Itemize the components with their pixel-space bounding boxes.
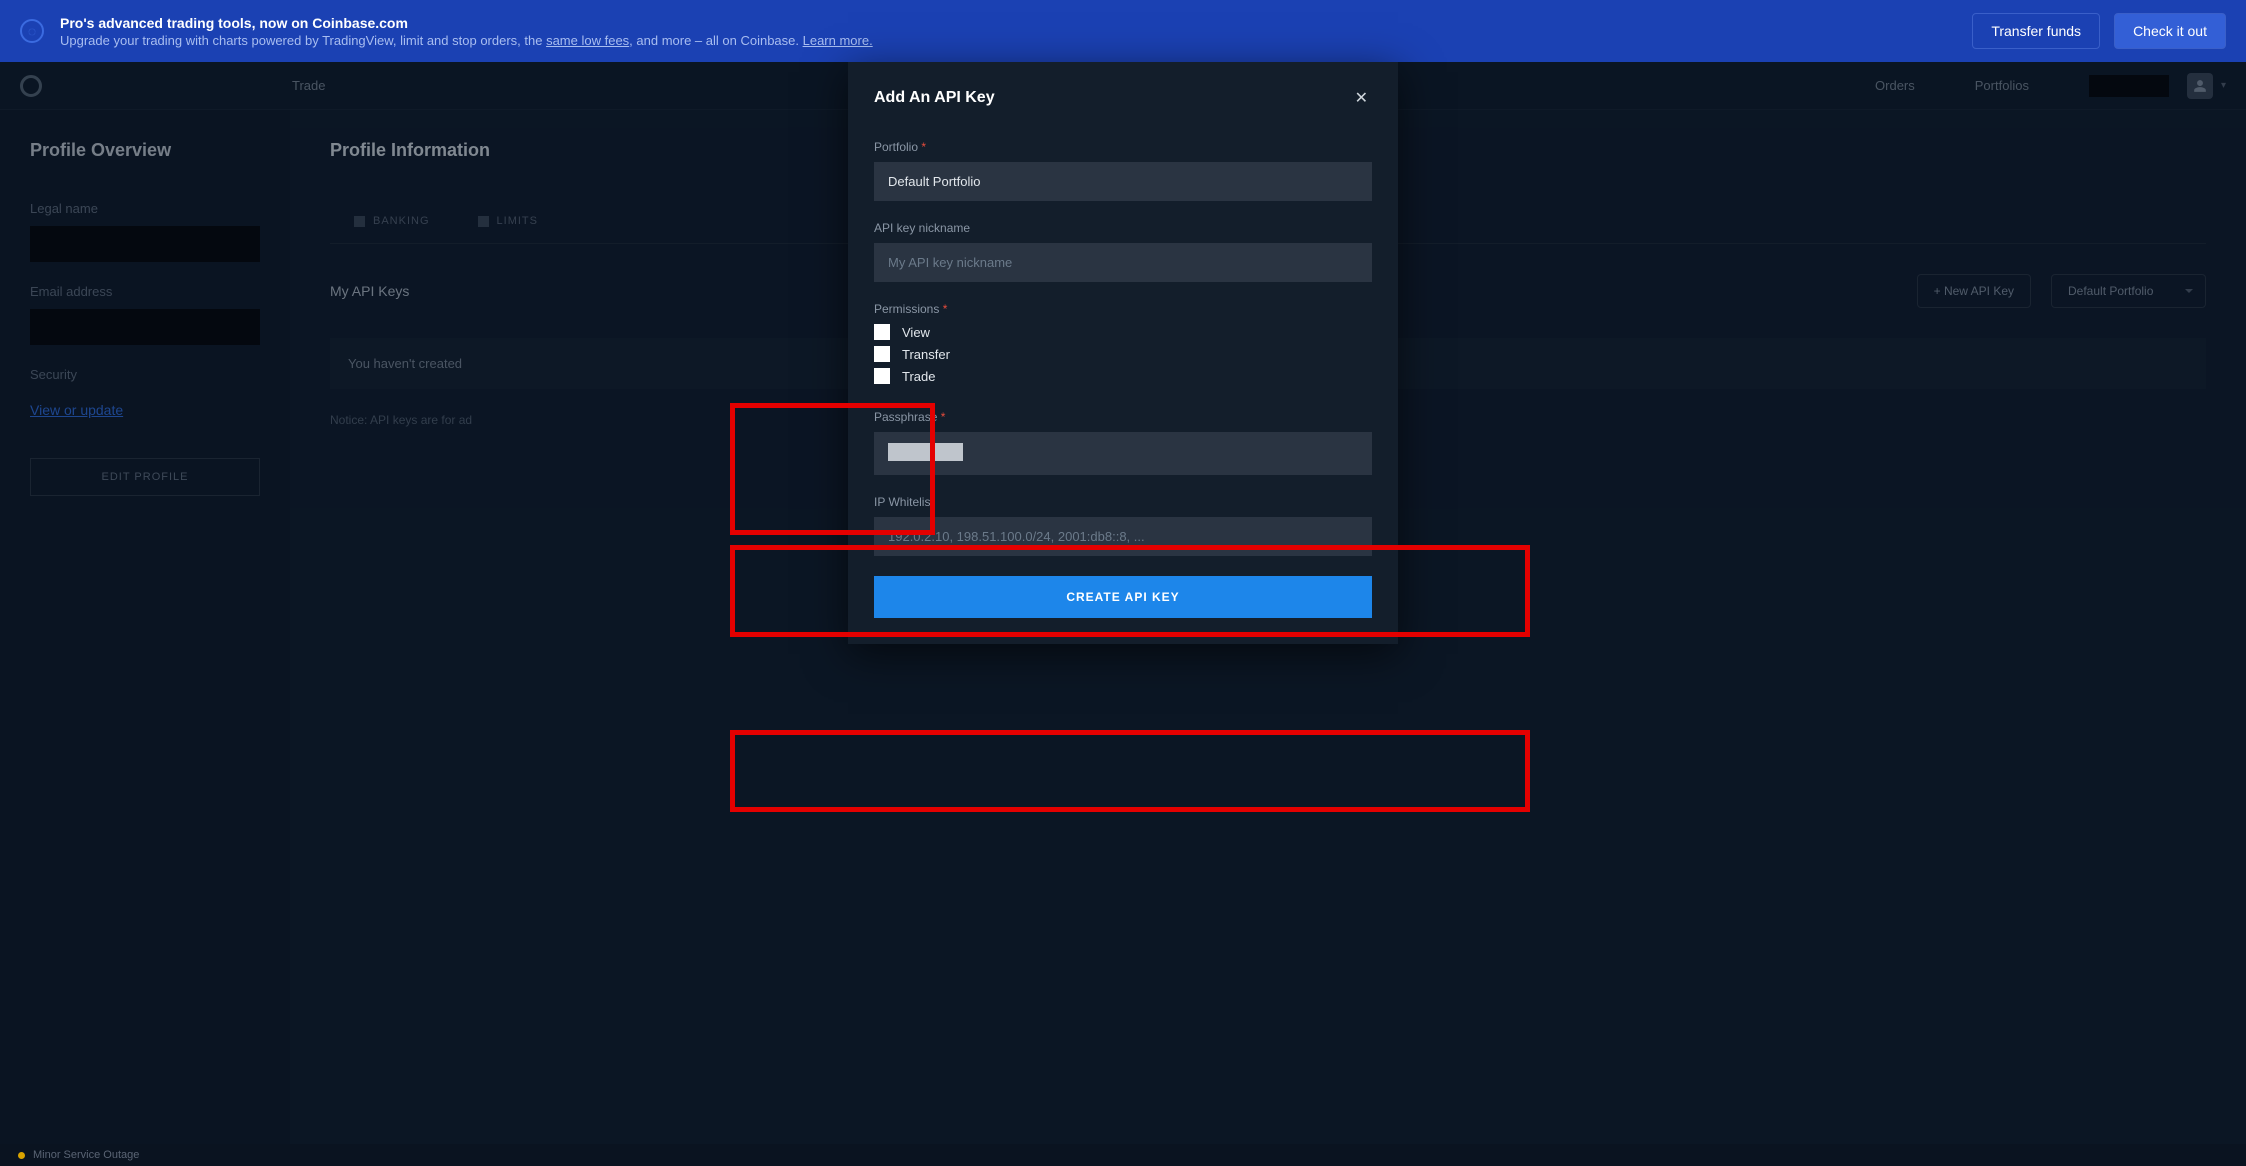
banner-title: Pro's advanced trading tools, now on Coi… — [60, 15, 1972, 31]
status-footer: Minor Service Outage — [0, 1144, 2246, 1166]
bank-icon — [354, 216, 365, 227]
portfolio-label: Portfolio * — [874, 140, 1372, 154]
limits-icon — [478, 216, 489, 227]
status-dot-icon — [18, 1152, 25, 1159]
nickname-field: API key nickname — [874, 221, 1372, 282]
email-label: Email address — [30, 284, 260, 299]
nickname-input[interactable] — [874, 243, 1372, 282]
perm-trade-checkbox[interactable] — [874, 368, 890, 384]
perm-transfer-label: Transfer — [902, 347, 950, 362]
portfolio-label-text: Portfolio — [874, 140, 918, 154]
tab-limits-label: LIMITS — [497, 215, 538, 227]
banner-actions: Transfer funds Check it out — [1972, 13, 2226, 49]
security-view-link[interactable]: View or update — [30, 402, 123, 418]
modal-close-button[interactable]: ✕ — [1351, 84, 1372, 112]
portfolio-select-value: Default Portfolio — [2068, 284, 2153, 298]
ip-whitelist-field: IP Whitelist — [874, 495, 1372, 556]
user-name-redacted — [2089, 75, 2169, 97]
perm-trade-row[interactable]: Trade — [874, 368, 1372, 384]
user-menu-caret-icon[interactable]: ▾ — [2221, 80, 2226, 91]
edit-profile-button[interactable]: EDIT PROFILE — [30, 458, 260, 496]
email-redacted — [30, 309, 260, 345]
empty-notice-text: You haven't created — [348, 356, 462, 371]
add-api-key-modal: Add An API Key ✕ Portfolio * Default Por… — [848, 62, 1398, 644]
required-asterisk-icon: * — [943, 302, 948, 316]
banner-text: Pro's advanced trading tools, now on Coi… — [60, 15, 1972, 48]
create-api-key-button[interactable]: CREATE API KEY — [874, 576, 1372, 618]
perm-view-label: View — [902, 325, 930, 340]
portfolio-field: Portfolio * Default Portfolio — [874, 140, 1372, 201]
user-avatar-icon[interactable] — [2187, 73, 2213, 99]
new-api-key-button[interactable]: + New API Key — [1917, 274, 2031, 308]
ip-whitelist-label: IP Whitelist — [874, 495, 1372, 509]
permissions-label-text: Permissions — [874, 302, 939, 316]
sidebar-heading: Profile Overview — [30, 140, 260, 161]
portfolio-dropdown[interactable]: Default Portfolio — [874, 162, 1372, 201]
permissions-label: Permissions * — [874, 302, 1372, 316]
passphrase-label: Passphrase * — [874, 410, 1372, 424]
passphrase-field: Passphrase * — [874, 410, 1372, 475]
banner-sub-prefix: Upgrade your trading with charts powered… — [60, 33, 546, 48]
banner-link-learn[interactable]: Learn more. — [803, 33, 873, 48]
permissions-field: Permissions * View Transfer Trade — [874, 302, 1372, 384]
banner-sub-mid: , and more – all on Coinbase. — [629, 33, 802, 48]
tab-banking-label: BANKING — [373, 215, 430, 227]
perm-transfer-row[interactable]: Transfer — [874, 346, 1372, 362]
perm-view-row[interactable]: View — [874, 324, 1372, 340]
tab-banking[interactable]: BANKING — [330, 201, 454, 243]
transfer-funds-button[interactable]: Transfer funds — [1972, 13, 2100, 49]
passphrase-input[interactable] — [874, 432, 1372, 475]
required-asterisk-icon: * — [941, 410, 946, 424]
coinbase-ring-icon: ◌ — [20, 19, 44, 43]
sidebar: Profile Overview Legal name Email addres… — [0, 110, 290, 1144]
promo-banner: ◌ Pro's advanced trading tools, now on C… — [0, 0, 2246, 62]
check-it-out-button[interactable]: Check it out — [2114, 13, 2226, 49]
modal-title: Add An API Key — [874, 89, 1351, 107]
security-label: Security — [30, 367, 260, 382]
portfolio-select[interactable]: Default Portfolio — [2051, 274, 2206, 308]
legal-name-label: Legal name — [30, 201, 260, 216]
coinbase-logo-icon[interactable] — [20, 75, 42, 97]
passphrase-redacted — [888, 443, 963, 461]
perm-transfer-checkbox[interactable] — [874, 346, 890, 362]
perm-view-checkbox[interactable] — [874, 324, 890, 340]
legal-name-redacted — [30, 226, 260, 262]
nav-orders[interactable]: Orders — [1875, 78, 1915, 93]
required-asterisk-icon: * — [921, 140, 926, 154]
tab-limits[interactable]: LIMITS — [454, 201, 562, 243]
nav-portfolios[interactable]: Portfolios — [1975, 78, 2029, 93]
ip-whitelist-input[interactable] — [874, 517, 1372, 556]
perm-trade-label: Trade — [902, 369, 935, 384]
nav-trade[interactable]: Trade — [292, 78, 325, 93]
banner-subtitle: Upgrade your trading with charts powered… — [60, 33, 1972, 48]
passphrase-label-text: Passphrase — [874, 410, 937, 424]
banner-link-fees[interactable]: same low fees — [546, 33, 629, 48]
status-text: Minor Service Outage — [33, 1149, 139, 1161]
nickname-label: API key nickname — [874, 221, 1372, 235]
